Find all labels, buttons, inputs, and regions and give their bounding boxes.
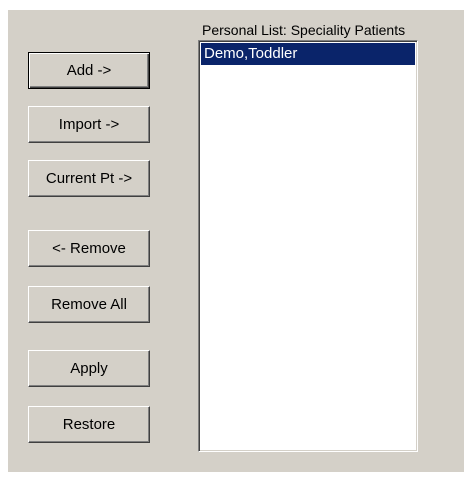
import-button[interactable]: Import -> — [28, 106, 150, 143]
personal-list-label: Personal List: Speciality Patients — [202, 22, 406, 38]
restore-button[interactable]: Restore — [28, 406, 150, 443]
apply-button[interactable]: Apply — [28, 350, 150, 387]
patient-listbox[interactable]: Demo,Toddler — [198, 40, 418, 452]
add-button[interactable]: Add -> — [28, 52, 150, 89]
remove-button[interactable]: <- Remove — [28, 230, 150, 267]
remove-all-button[interactable]: Remove All — [28, 286, 150, 323]
list-item[interactable]: Demo,Toddler — [201, 43, 415, 65]
current-patient-button[interactable]: Current Pt -> — [28, 160, 150, 197]
